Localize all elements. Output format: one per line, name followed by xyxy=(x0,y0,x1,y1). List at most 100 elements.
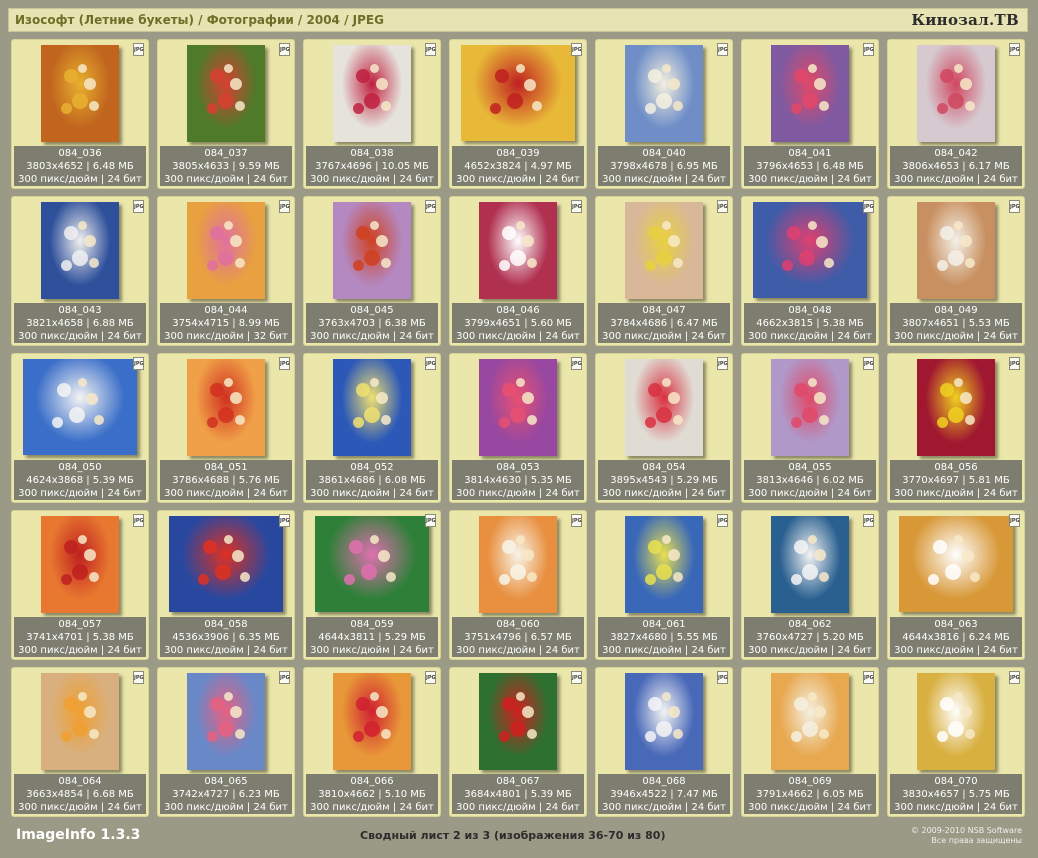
flower-thumbnail-image[interactable] xyxy=(333,358,411,456)
thumbnail-tile[interactable]: JPG 084_068 3946x4522 | 7.47 МБ 300 пикс/дю… xyxy=(595,667,733,817)
flower-thumbnail-image[interactable] xyxy=(625,515,703,613)
flower-thumbnail-image[interactable] xyxy=(625,672,703,770)
thumbnail-tile[interactable]: JPG 084_070 3830x4657 | 5.75 МБ 300 пикс/дю… xyxy=(887,667,1025,817)
blossom-shape xyxy=(364,721,381,737)
flower-thumbnail-image[interactable] xyxy=(23,359,137,455)
thumbnail-tile[interactable]: JPG 084_046 3799x4651 | 5.60 МБ 300 пикс/дю… xyxy=(449,196,587,346)
flower-thumbnail-image[interactable] xyxy=(625,44,703,142)
flower-thumbnail-image[interactable] xyxy=(187,201,265,299)
blossom-shape xyxy=(510,407,527,423)
thumbnail-tile[interactable]: JPG 084_040 3798x4678 | 6.95 МБ 300 пикс/дю… xyxy=(595,39,733,189)
thumbnail-tile[interactable]: JPG 084_064 3663x4854 | 6.68 МБ 300 пикс/дю… xyxy=(11,667,149,817)
brand-logo: Кинозал.ТВ xyxy=(911,11,1019,29)
flower-thumbnail-image[interactable] xyxy=(917,44,995,142)
thumbnail-tile[interactable]: JPG 084_049 3807x4651 | 5.53 МБ 300 пикс/дю… xyxy=(887,196,1025,346)
flower-thumbnail-image[interactable] xyxy=(771,515,849,613)
blossom-shape xyxy=(510,564,527,580)
image-resolution-depth: 300 пикс/дюйм | 24 бит xyxy=(456,174,580,185)
blossom-shape xyxy=(83,549,96,562)
blossom-shape xyxy=(959,392,972,405)
flower-thumbnail-image[interactable] xyxy=(917,201,995,299)
flower-thumbnail-image[interactable] xyxy=(899,516,1013,612)
flower-thumbnail-image[interactable] xyxy=(479,201,557,299)
flower-thumbnail-image[interactable] xyxy=(41,201,119,299)
thumbnail-tile[interactable]: JPG 084_041 3796x4653 | 6.48 МБ 300 пикс/дю… xyxy=(741,39,879,189)
thumbnail-tile[interactable]: JPG 084_043 3821x4658 | 6.88 МБ 300 пикс/дю… xyxy=(11,196,149,346)
thumbnail-tile[interactable]: JPG 084_055 3813x4646 | 6.02 МБ 300 пикс/дю… xyxy=(741,353,879,503)
flower-thumbnail-image[interactable] xyxy=(917,358,995,456)
image-dimensions-size: 3741x4701 | 5.38 МБ xyxy=(26,632,134,643)
image-filename: 084_063 xyxy=(934,619,978,630)
blossom-shape xyxy=(936,259,948,271)
flower-thumbnail-image[interactable] xyxy=(479,358,557,456)
thumbnail-tile[interactable]: JPG 084_065 3742x4727 | 6.23 МБ 300 пикс/дю… xyxy=(157,667,295,817)
thumbnail-tile[interactable]: JPG 084_060 3751x4796 | 6.57 МБ 300 пикс/дю… xyxy=(449,510,587,660)
blossom-shape xyxy=(667,549,680,562)
flower-thumbnail-image[interactable] xyxy=(479,672,557,770)
image-dimensions-size: 4644x3811 | 5.29 МБ xyxy=(318,632,426,643)
thumbnail-tile[interactable]: JPG 084_044 3754x4715 | 8.99 МБ 300 пикс/дю… xyxy=(157,196,295,346)
thumbnail-area xyxy=(596,354,732,460)
flower-thumbnail-image[interactable] xyxy=(187,672,265,770)
thumbnail-tile[interactable]: JPG 084_047 3784x4686 | 6.47 МБ 300 пикс/дю… xyxy=(595,196,733,346)
jpg-file-icon: JPG xyxy=(279,43,290,56)
blossom-shape xyxy=(648,225,663,240)
thumbnail-tile[interactable]: JPG 084_062 3760x4727 | 5.20 МБ 300 пикс/дю… xyxy=(741,510,879,660)
blossom-shape xyxy=(798,250,815,266)
thumbnail-tile[interactable]: JPG 084_067 3684x4801 | 5.39 МБ 300 пикс/дю… xyxy=(449,667,587,817)
thumbnail-tile[interactable]: JPG 084_066 3810x4662 | 5.10 МБ 300 пикс/дю… xyxy=(303,667,441,817)
flower-thumbnail-image[interactable] xyxy=(771,358,849,456)
thumbnail-tile[interactable]: JPG 084_053 3814x4630 | 5.35 МБ 300 пикс/дю… xyxy=(449,353,587,503)
thumbnail-tile[interactable]: JPG 084_039 4652x3824 | 4.97 МБ 300 пикс/дю… xyxy=(449,39,587,189)
thumbnail-tile[interactable]: JPG 084_050 4624x3868 | 5.39 МБ 300 пикс/дю… xyxy=(11,353,149,503)
flower-thumbnail-image[interactable] xyxy=(187,358,265,456)
flower-thumbnail-image[interactable] xyxy=(461,45,575,141)
flower-thumbnail-image[interactable] xyxy=(315,516,429,612)
flower-thumbnail-image[interactable] xyxy=(169,516,283,612)
flower-thumbnail-image[interactable] xyxy=(625,358,703,456)
flower-thumbnail-image[interactable] xyxy=(41,672,119,770)
thumbnail-tile[interactable]: JPG 084_054 3895x4543 | 5.29 МБ 300 пикс/дю… xyxy=(595,353,733,503)
image-dimensions-size: 3805x4633 | 9.59 МБ xyxy=(172,161,280,172)
image-filename: 084_047 xyxy=(642,305,686,316)
flower-thumbnail-image[interactable] xyxy=(771,44,849,142)
thumbnail-tile[interactable]: JPG 084_042 3806x4653 | 6.17 МБ 300 пикс/дю… xyxy=(887,39,1025,189)
blossom-shape xyxy=(662,691,672,701)
flower-thumbnail-image[interactable] xyxy=(333,201,411,299)
blossom-shape xyxy=(343,573,355,585)
flower-thumbnail-image[interactable] xyxy=(41,44,119,142)
thumbnail-tile[interactable]: JPG 084_048 4662x3815 | 5.38 МБ 300 пикс/дю… xyxy=(741,196,879,346)
thumbnail-tile[interactable]: JPG 084_058 4536x3906 | 6.35 МБ 300 пикс/дю… xyxy=(157,510,295,660)
thumbnail-area xyxy=(888,40,1024,146)
image-dimensions-size: 3946x4522 | 7.47 МБ xyxy=(610,789,718,800)
thumbnail-tile[interactable]: JPG 084_045 3763x4703 | 6.38 МБ 300 пикс/дю… xyxy=(303,196,441,346)
thumbnail-tile[interactable]: JPG 084_052 3861x4686 | 6.08 МБ 300 пикс/дю… xyxy=(303,353,441,503)
blossom-shape xyxy=(510,250,527,266)
flower-thumbnail-image[interactable] xyxy=(41,515,119,613)
flower-thumbnail-image[interactable] xyxy=(753,202,867,298)
flower-thumbnail-image[interactable] xyxy=(333,44,411,142)
thumbnail-tile[interactable]: JPG 084_059 4644x3811 | 5.29 МБ 300 пикс/дю… xyxy=(303,510,441,660)
thumbnail-tile[interactable]: JPG 084_061 3827x4680 | 5.55 МБ 300 пикс/дю… xyxy=(595,510,733,660)
thumbnail-tile[interactable]: JPG 084_037 3805x4633 | 9.59 МБ 300 пикс/дю… xyxy=(157,39,295,189)
blossom-shape xyxy=(375,78,388,91)
thumbnail-tile[interactable]: JPG 084_051 3786x4688 | 5.76 МБ 300 пикс/дю… xyxy=(157,353,295,503)
blossom-shape xyxy=(815,235,828,248)
flower-thumbnail-image[interactable] xyxy=(333,672,411,770)
flower-thumbnail-image[interactable] xyxy=(187,44,265,142)
flower-thumbnail-image[interactable] xyxy=(917,672,995,770)
flower-thumbnail-image[interactable] xyxy=(479,515,557,613)
thumbnail-tile[interactable]: JPG 084_057 3741x4701 | 5.38 МБ 300 пикс/дю… xyxy=(11,510,149,660)
flower-thumbnail-image[interactable] xyxy=(771,672,849,770)
thumbnail-tile[interactable]: JPG 084_038 3767x4696 | 10.05 МБ 300 пикс/д… xyxy=(303,39,441,189)
blossom-shape xyxy=(954,220,964,230)
blossom-shape xyxy=(667,706,680,719)
image-filename: 084_064 xyxy=(58,776,102,787)
thumbnail-tile[interactable]: JPG 084_063 4644x3816 | 6.24 МБ 300 пикс/дю… xyxy=(887,510,1025,660)
thumbnail-tile[interactable]: JPG 084_036 3803x4652 | 6.48 МБ 300 пикс/дю… xyxy=(11,39,149,189)
thumbnail-tile[interactable]: JPG 084_056 3770x4697 | 5.81 МБ 300 пикс/дю… xyxy=(887,353,1025,503)
thumbnail-tile[interactable]: JPG 084_069 3791x4662 | 6.05 МБ 300 пикс/дю… xyxy=(741,667,879,817)
flower-thumbnail-image[interactable] xyxy=(625,201,703,299)
image-resolution-depth: 300 пикс/дюйм | 24 бит xyxy=(894,174,1018,185)
blossom-shape xyxy=(77,378,87,388)
